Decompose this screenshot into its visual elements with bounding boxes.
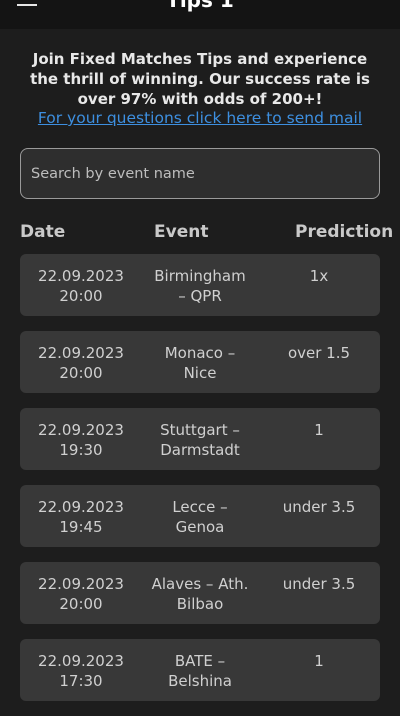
row-event: Stuttgart – Darmstadt — [144, 420, 256, 460]
send-mail-link[interactable]: For your questions click here to send ma… — [20, 108, 380, 128]
search-input[interactable] — [20, 148, 380, 199]
row-date: 22.09.2023 20:00 — [28, 574, 134, 614]
row-event: Alaves – Ath. Bilbao — [144, 574, 256, 614]
row-date: 22.09.2023 19:45 — [28, 497, 134, 537]
event-line: Stuttgart – — [160, 421, 240, 439]
date-text: 22.09.2023 — [38, 421, 124, 439]
time-text: 17:30 — [59, 672, 103, 690]
event-line: Darmstadt — [160, 441, 240, 459]
row-event: BATE – Belshina — [144, 651, 256, 691]
date-text: 22.09.2023 — [38, 575, 124, 593]
row-prediction: under 3.5 — [282, 575, 356, 593]
row-prediction: under 3.5 — [282, 498, 356, 516]
row-event: Birmingham – QPR — [144, 266, 256, 306]
table-row[interactable]: 22.09.2023 19:30 Stuttgart – Darmstadt 1 — [20, 408, 380, 470]
date-text: 22.09.2023 — [38, 652, 124, 670]
row-event: Monaco – Nice — [144, 343, 256, 383]
event-line: Belshina — [168, 672, 232, 690]
column-header-prediction: Prediction — [295, 222, 394, 242]
row-prediction: 1 — [314, 652, 324, 670]
table-row[interactable]: 22.09.2023 20:00 Birmingham – QPR 1x — [20, 254, 380, 316]
row-event: Lecce – Genoa — [144, 497, 256, 537]
row-prediction: 1 — [314, 421, 324, 439]
time-text: 20:00 — [59, 595, 103, 613]
event-line: Monaco – — [164, 344, 236, 362]
top-app-bar: Tips 1 — [0, 0, 400, 29]
time-text: 19:30 — [59, 441, 103, 459]
table-row[interactable]: 22.09.2023 20:00 Monaco – Nice over 1.5 — [20, 331, 380, 393]
date-text: 22.09.2023 — [38, 267, 124, 285]
row-date: 22.09.2023 20:00 — [28, 266, 134, 306]
event-line: Genoa — [175, 518, 225, 536]
time-text: 20:00 — [59, 287, 103, 305]
row-date: 22.09.2023 19:30 — [28, 420, 134, 460]
event-line: Alaves – Ath. — [151, 575, 249, 593]
date-text: 22.09.2023 — [38, 344, 124, 362]
row-prediction: 1x — [309, 267, 329, 285]
column-header-event: Event — [154, 222, 209, 242]
event-line: Lecce – — [172, 498, 228, 516]
table-row[interactable]: 22.09.2023 17:30 BATE – Belshina 1 — [20, 639, 380, 701]
event-line: Nice — [183, 364, 217, 382]
table-row[interactable]: 22.09.2023 19:45 Lecce – Genoa under 3.5 — [20, 485, 380, 547]
time-text: 19:45 — [59, 518, 103, 536]
date-text: 22.09.2023 — [38, 498, 124, 516]
page-title: Tips 1 — [166, 0, 234, 12]
event-line: – QPR — [178, 287, 222, 305]
tips-list: 22.09.2023 20:00 Birmingham – QPR 1x 22.… — [20, 254, 380, 716]
row-prediction: over 1.5 — [287, 344, 351, 362]
time-text: 20:00 — [59, 364, 103, 382]
table-row[interactable]: 22.09.2023 20:00 Alaves – Ath. Bilbao un… — [20, 562, 380, 624]
intro-text: Join Fixed Matches Tips and experience t… — [30, 50, 370, 108]
row-date: 22.09.2023 17:30 — [28, 651, 134, 691]
event-line: BATE – — [174, 652, 226, 670]
row-date: 22.09.2023 20:00 — [28, 343, 134, 383]
column-header-date: Date — [20, 222, 66, 242]
event-line: Birmingham — [154, 267, 246, 285]
event-line: Bilbao — [176, 595, 224, 613]
